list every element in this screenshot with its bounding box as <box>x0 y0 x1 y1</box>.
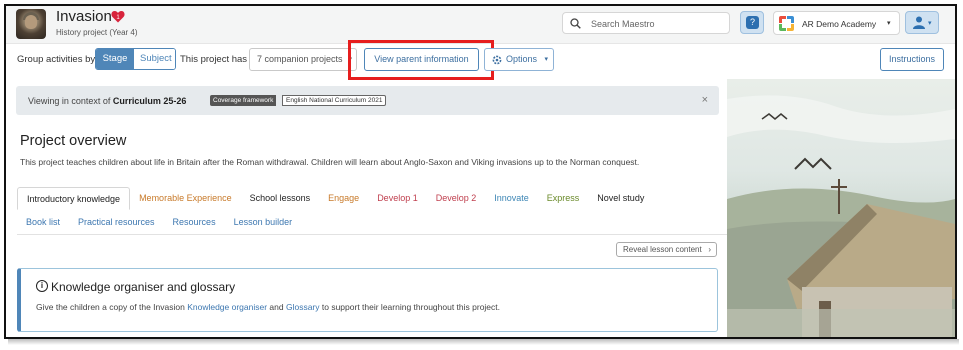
project-thumbnail <box>16 9 46 39</box>
close-icon[interactable]: × <box>702 94 708 106</box>
tabs-divider <box>17 234 727 235</box>
curriculum-name: Curriculum 25-26 <box>112 96 187 106</box>
chevron-down-icon: ▾ <box>887 20 891 27</box>
chevron-right-icon: › <box>708 245 711 254</box>
tab-book-list[interactable]: Book list <box>17 212 69 232</box>
knowledge-text-part: and <box>267 302 286 312</box>
tab-develop-2[interactable]: Develop 2 <box>427 187 486 210</box>
project-subtitle: History project (Year 4) <box>56 28 138 37</box>
organisation-name: AR Demo Academy <box>802 19 877 29</box>
framework-name-badge: English National Curriculum 2021 <box>282 95 387 106</box>
help-icon: ? <box>746 16 759 29</box>
instructions-button[interactable]: Instructions <box>880 48 944 71</box>
curriculum-context-banner: Viewing in context of Curriculum 25-26 C… <box>16 86 719 115</box>
main-panel: Project overview This project teaches ch… <box>6 115 727 337</box>
tab-introductory-knowledge[interactable]: Introductory knowledge <box>17 187 131 210</box>
organisation-logo-icon <box>779 16 794 31</box>
help-button[interactable]: ? <box>740 11 764 34</box>
knowledge-organiser-card: i Knowledge organiser and glossary Give … <box>17 268 718 332</box>
search-input[interactable] <box>591 16 723 31</box>
user-menu-button[interactable]: ▾ <box>905 11 939 34</box>
top-bar: Invasion 1 History project (Year 4) ? AR… <box>6 6 955 44</box>
tab-school-lessons[interactable]: School lessons <box>241 187 320 210</box>
chevron-down-icon: ▾ <box>544 56 548 63</box>
project-title: Invasion <box>56 8 112 25</box>
organisation-selector[interactable]: AR Demo Academy ▾ <box>773 11 900 35</box>
group-by-subject-button[interactable]: Subject <box>134 49 175 69</box>
tab-express[interactable]: Express <box>538 187 589 210</box>
companion-projects-label: 7 companion projects <box>257 54 343 64</box>
context-text: Viewing in context of Curriculum 25-26 <box>28 96 186 106</box>
knowledge-card-text: Give the children a copy of the Invasion… <box>36 302 500 312</box>
info-icon: i <box>36 280 48 292</box>
tab-practical-resources[interactable]: Practical resources <box>69 212 164 232</box>
tab-resources[interactable]: Resources <box>164 212 225 232</box>
favourite-heart-icon[interactable]: 1 <box>111 10 125 23</box>
knowledge-text-part: Give the children a copy of the Invasion <box>36 302 188 312</box>
project-description: This project teaches children about life… <box>20 157 640 167</box>
knowledge-text-part: to support their learning throughout thi… <box>319 302 501 312</box>
coverage-framework-tag: Coverage framework <box>210 95 277 106</box>
knowledge-organiser-link[interactable]: Knowledge organiser <box>187 302 267 312</box>
companion-projects-dropdown[interactable]: 7 companion projects ▾ <box>249 48 357 71</box>
tab-memorable-experience[interactable]: Memorable Experience <box>130 187 241 210</box>
tabs-row-primary: Introductory knowledge Memorable Experie… <box>17 187 653 210</box>
background-illustration <box>727 79 955 337</box>
options-label: Options <box>506 54 538 64</box>
page-title: Project overview <box>20 133 127 149</box>
tab-engage[interactable]: Engage <box>319 187 368 210</box>
reveal-lesson-content-button[interactable]: Reveal lesson content › <box>616 242 717 257</box>
window-shadow <box>8 339 959 345</box>
group-by-stage-button[interactable]: Stage <box>96 49 134 69</box>
search-box[interactable] <box>562 12 730 34</box>
reveal-lesson-content-label: Reveal lesson content <box>623 245 702 254</box>
gear-icon <box>492 55 502 65</box>
tab-develop-1[interactable]: Develop 1 <box>368 187 427 210</box>
tab-lesson-builder[interactable]: Lesson builder <box>225 212 302 232</box>
tab-innovate[interactable]: Innovate <box>485 187 538 210</box>
context-prefix: Viewing in context of <box>28 96 113 106</box>
highlight-annotation-box <box>348 40 494 80</box>
group-activities-label: Group activities by <box>17 54 96 65</box>
knowledge-card-title: Knowledge organiser and glossary <box>51 280 236 294</box>
tabs-row-secondary: Book list Practical resources Resources … <box>17 212 301 232</box>
group-by-toggle[interactable]: Stage Subject <box>95 48 176 70</box>
options-dropdown-button[interactable]: Options ▾ <box>484 48 554 71</box>
tab-novel-study[interactable]: Novel study <box>588 187 653 210</box>
search-icon <box>570 18 581 29</box>
app-window: Invasion 1 History project (Year 4) ? AR… <box>4 4 957 339</box>
chevron-down-icon: ▾ <box>928 20 932 27</box>
glossary-link[interactable]: Glossary <box>286 302 320 312</box>
user-icon <box>913 16 925 29</box>
project-has-label: This project has <box>180 54 248 65</box>
